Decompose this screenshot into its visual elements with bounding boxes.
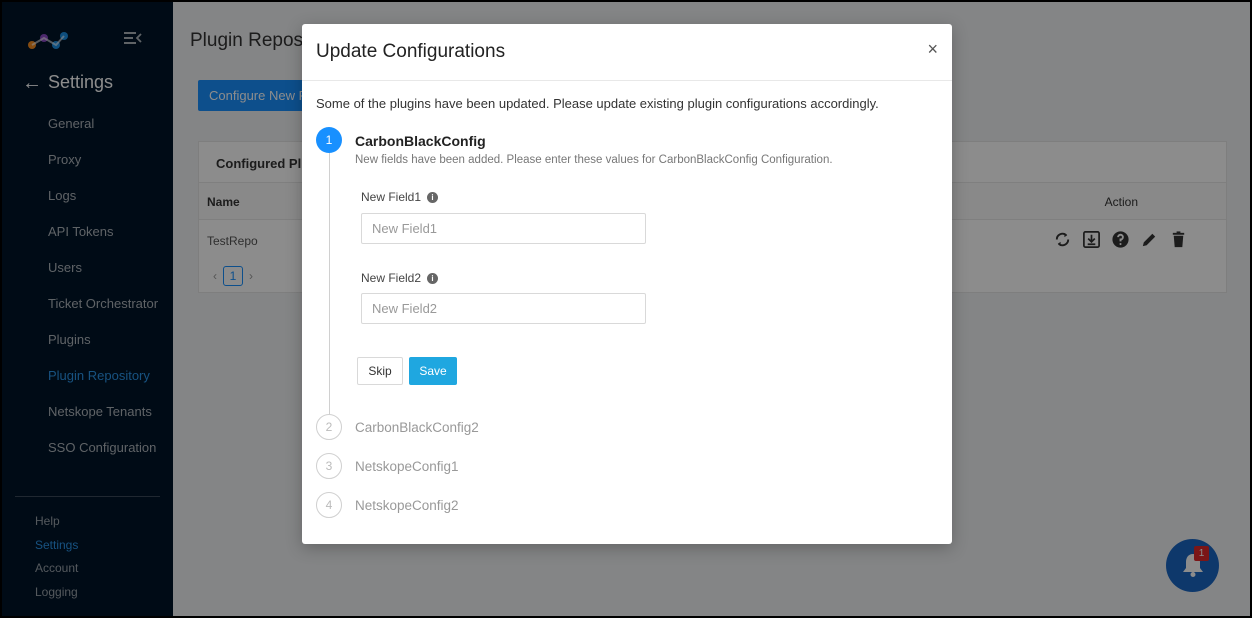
step-3-indicator: 3 xyxy=(316,453,342,479)
step-1-title: CarbonBlackConfig xyxy=(355,133,486,149)
close-icon[interactable]: × xyxy=(927,39,938,60)
new-field2-label: New Field2 i xyxy=(361,271,439,285)
modal-title: Update Configurations xyxy=(316,41,506,62)
step-4-title: NetskopeConfig2 xyxy=(355,498,459,513)
info-icon[interactable]: i xyxy=(427,272,439,284)
skip-button[interactable]: Skip xyxy=(357,357,403,385)
info-icon[interactable]: i xyxy=(427,191,439,203)
new-field1-input[interactable] xyxy=(361,213,646,244)
step-2-title: CarbonBlackConfig2 xyxy=(355,420,479,435)
step-4-indicator: 4 xyxy=(316,492,342,518)
steps-connector-line xyxy=(329,152,330,434)
step-3-title: NetskopeConfig1 xyxy=(355,459,459,474)
step-1-indicator: 1 xyxy=(316,127,342,153)
new-field2-label-text: New Field2 xyxy=(361,271,422,285)
modal-header: Update Configurations × xyxy=(302,24,952,81)
new-field1-label: New Field1 i xyxy=(361,190,439,204)
new-field1-label-text: New Field1 xyxy=(361,190,422,204)
modal-intro-text: Some of the plugins have been updated. P… xyxy=(316,96,879,111)
update-configurations-modal: Update Configurations × Some of the plug… xyxy=(302,24,952,544)
step-1-description: New fields have been added. Please enter… xyxy=(355,154,833,166)
save-button[interactable]: Save xyxy=(409,357,457,385)
step-2-indicator: 2 xyxy=(316,414,342,440)
new-field2-input[interactable] xyxy=(361,293,646,324)
